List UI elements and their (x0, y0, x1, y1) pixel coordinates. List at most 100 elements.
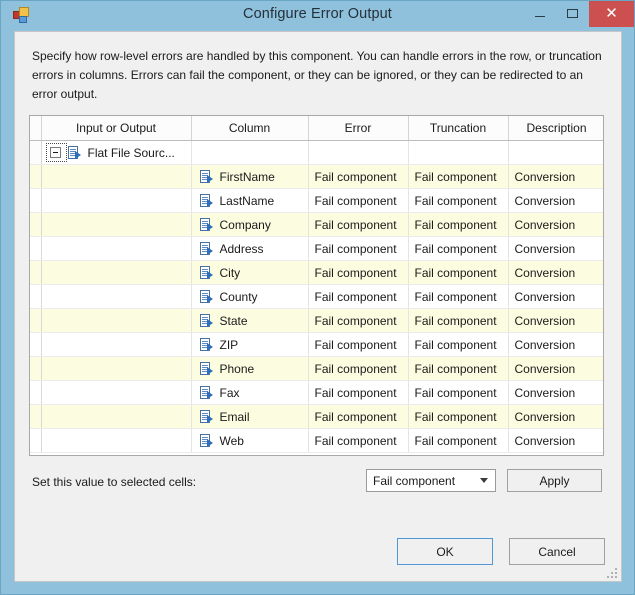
value-dropdown[interactable]: Fail component (366, 469, 496, 492)
minimize-button[interactable] (523, 1, 556, 27)
table-row[interactable]: ZIP Fail component Fail component Conversio… (30, 332, 603, 357)
cell-description[interactable]: Conversion (508, 308, 603, 333)
cell-truncation[interactable]: Fail component (408, 164, 509, 189)
cell-input-or-output[interactable] (41, 188, 192, 213)
cell-column[interactable]: State (191, 308, 309, 333)
row-selector[interactable] (30, 308, 42, 333)
cell-error[interactable]: Fail component (308, 428, 409, 453)
cell-column[interactable]: City (191, 260, 309, 285)
cell-description[interactable]: Conversion (508, 332, 603, 357)
cell-description[interactable]: Conversion (508, 236, 603, 261)
cell-truncation[interactable]: Fail component (408, 380, 509, 405)
row-selector[interactable] (30, 260, 42, 285)
column-header-description[interactable]: Description (508, 116, 603, 141)
cell-truncation[interactable]: Fail component (408, 212, 509, 237)
row-selector[interactable] (30, 212, 42, 237)
cell-truncation[interactable]: Fail component (408, 404, 509, 429)
cell-description[interactable]: Conversion (508, 260, 603, 285)
cell-error[interactable]: Fail component (308, 308, 409, 333)
cell-input-or-output[interactable] (41, 356, 192, 381)
cell-column[interactable]: Address (191, 236, 309, 261)
cell-truncation[interactable]: Fail component (408, 356, 509, 381)
maximize-button[interactable] (556, 1, 589, 27)
cell-input-or-output[interactable] (41, 332, 192, 357)
table-row[interactable]: Web Fail component Fail component Conversio… (30, 428, 603, 453)
cell-input-or-output[interactable]: Flat File Sourc... (41, 140, 192, 165)
cell-column[interactable]: Email (191, 404, 309, 429)
table-row[interactable]: FirstName Fail component Fail component Con… (30, 164, 603, 189)
cell-truncation[interactable]: Fail component (408, 260, 509, 285)
ok-button[interactable]: OK (397, 538, 493, 565)
table-row-parent[interactable]: Flat File Sourc... (30, 140, 603, 165)
cell-description[interactable]: Conversion (508, 212, 603, 237)
column-header-input-or-output[interactable]: Input or Output (41, 116, 192, 141)
cell-description[interactable]: Conversion (508, 164, 603, 189)
table-row[interactable]: County Fail component Fail component Conver… (30, 284, 603, 309)
cell-description[interactable]: Conversion (508, 188, 603, 213)
row-selector[interactable] (30, 284, 42, 309)
cell-column[interactable]: LastName (191, 188, 309, 213)
row-selector[interactable] (30, 356, 42, 381)
cell-input-or-output[interactable] (41, 212, 192, 237)
cell-description[interactable]: Conversion (508, 284, 603, 309)
cell-error[interactable]: Fail component (308, 164, 409, 189)
cell-truncation[interactable]: Fail component (408, 428, 509, 453)
cell-error[interactable]: Fail component (308, 260, 409, 285)
cell-description[interactable] (508, 140, 603, 165)
table-row[interactable]: State Fail component Fail component Convers… (30, 308, 603, 333)
error-output-grid[interactable]: Input or Output Column Error Truncation … (29, 115, 604, 456)
table-row[interactable]: LastName Fail component Fail component Conv… (30, 188, 603, 213)
cell-input-or-output[interactable] (41, 380, 192, 405)
cell-truncation[interactable]: Fail component (408, 284, 509, 309)
table-row[interactable]: City Fail component Fail component Conversi… (30, 260, 603, 285)
column-header-truncation[interactable]: Truncation (408, 116, 509, 141)
cell-description[interactable]: Conversion (508, 404, 603, 429)
column-header-error[interactable]: Error (308, 116, 409, 141)
apply-button[interactable]: Apply (507, 469, 602, 492)
table-row[interactable]: Address Fail component Fail component Conve… (30, 236, 603, 261)
cell-input-or-output[interactable] (41, 236, 192, 261)
cell-input-or-output[interactable] (41, 164, 192, 189)
resize-grip[interactable] (607, 568, 619, 580)
cell-column[interactable]: Web (191, 428, 309, 453)
cell-column[interactable]: Company (191, 212, 309, 237)
cell-error[interactable] (308, 140, 409, 165)
close-button[interactable]: ✕ (589, 1, 634, 27)
cell-error[interactable]: Fail component (308, 212, 409, 237)
cell-truncation[interactable]: Fail component (408, 308, 509, 333)
cell-truncation[interactable]: Fail component (408, 236, 509, 261)
row-selector[interactable] (30, 404, 42, 429)
cell-input-or-output[interactable] (41, 428, 192, 453)
row-selector[interactable] (30, 188, 42, 213)
cell-input-or-output[interactable] (41, 284, 192, 309)
cell-error[interactable]: Fail component (308, 284, 409, 309)
row-selector[interactable] (30, 164, 42, 189)
table-row[interactable]: Email Fail component Fail component Convers… (30, 404, 603, 429)
cell-column[interactable]: Fax (191, 380, 309, 405)
cell-column[interactable]: County (191, 284, 309, 309)
cell-truncation[interactable]: Fail component (408, 188, 509, 213)
cell-input-or-output[interactable] (41, 308, 192, 333)
cell-column[interactable]: FirstName (191, 164, 309, 189)
cell-error[interactable]: Fail component (308, 356, 409, 381)
collapse-expander[interactable] (45, 143, 68, 162)
table-row[interactable]: Phone Fail component Fail component Convers… (30, 356, 603, 381)
cell-truncation[interactable] (408, 140, 509, 165)
cell-error[interactable]: Fail component (308, 188, 409, 213)
row-selector[interactable] (30, 140, 42, 165)
column-header-column[interactable]: Column (191, 116, 309, 141)
row-selector[interactable] (30, 428, 42, 453)
table-row[interactable]: Company Fail component Fail component Conve… (30, 212, 603, 237)
cell-description[interactable]: Conversion (508, 356, 603, 381)
row-selector[interactable] (30, 332, 42, 357)
table-row[interactable]: Fax Fail component Fail component Conversio… (30, 380, 603, 405)
cell-input-or-output[interactable] (41, 260, 192, 285)
cell-truncation[interactable]: Fail component (408, 332, 509, 357)
cell-column[interactable] (191, 140, 309, 165)
cell-column[interactable]: ZIP (191, 332, 309, 357)
cell-error[interactable]: Fail component (308, 332, 409, 357)
row-selector[interactable] (30, 236, 42, 261)
cell-description[interactable]: Conversion (508, 380, 603, 405)
cancel-button[interactable]: Cancel (509, 538, 605, 565)
cell-error[interactable]: Fail component (308, 380, 409, 405)
